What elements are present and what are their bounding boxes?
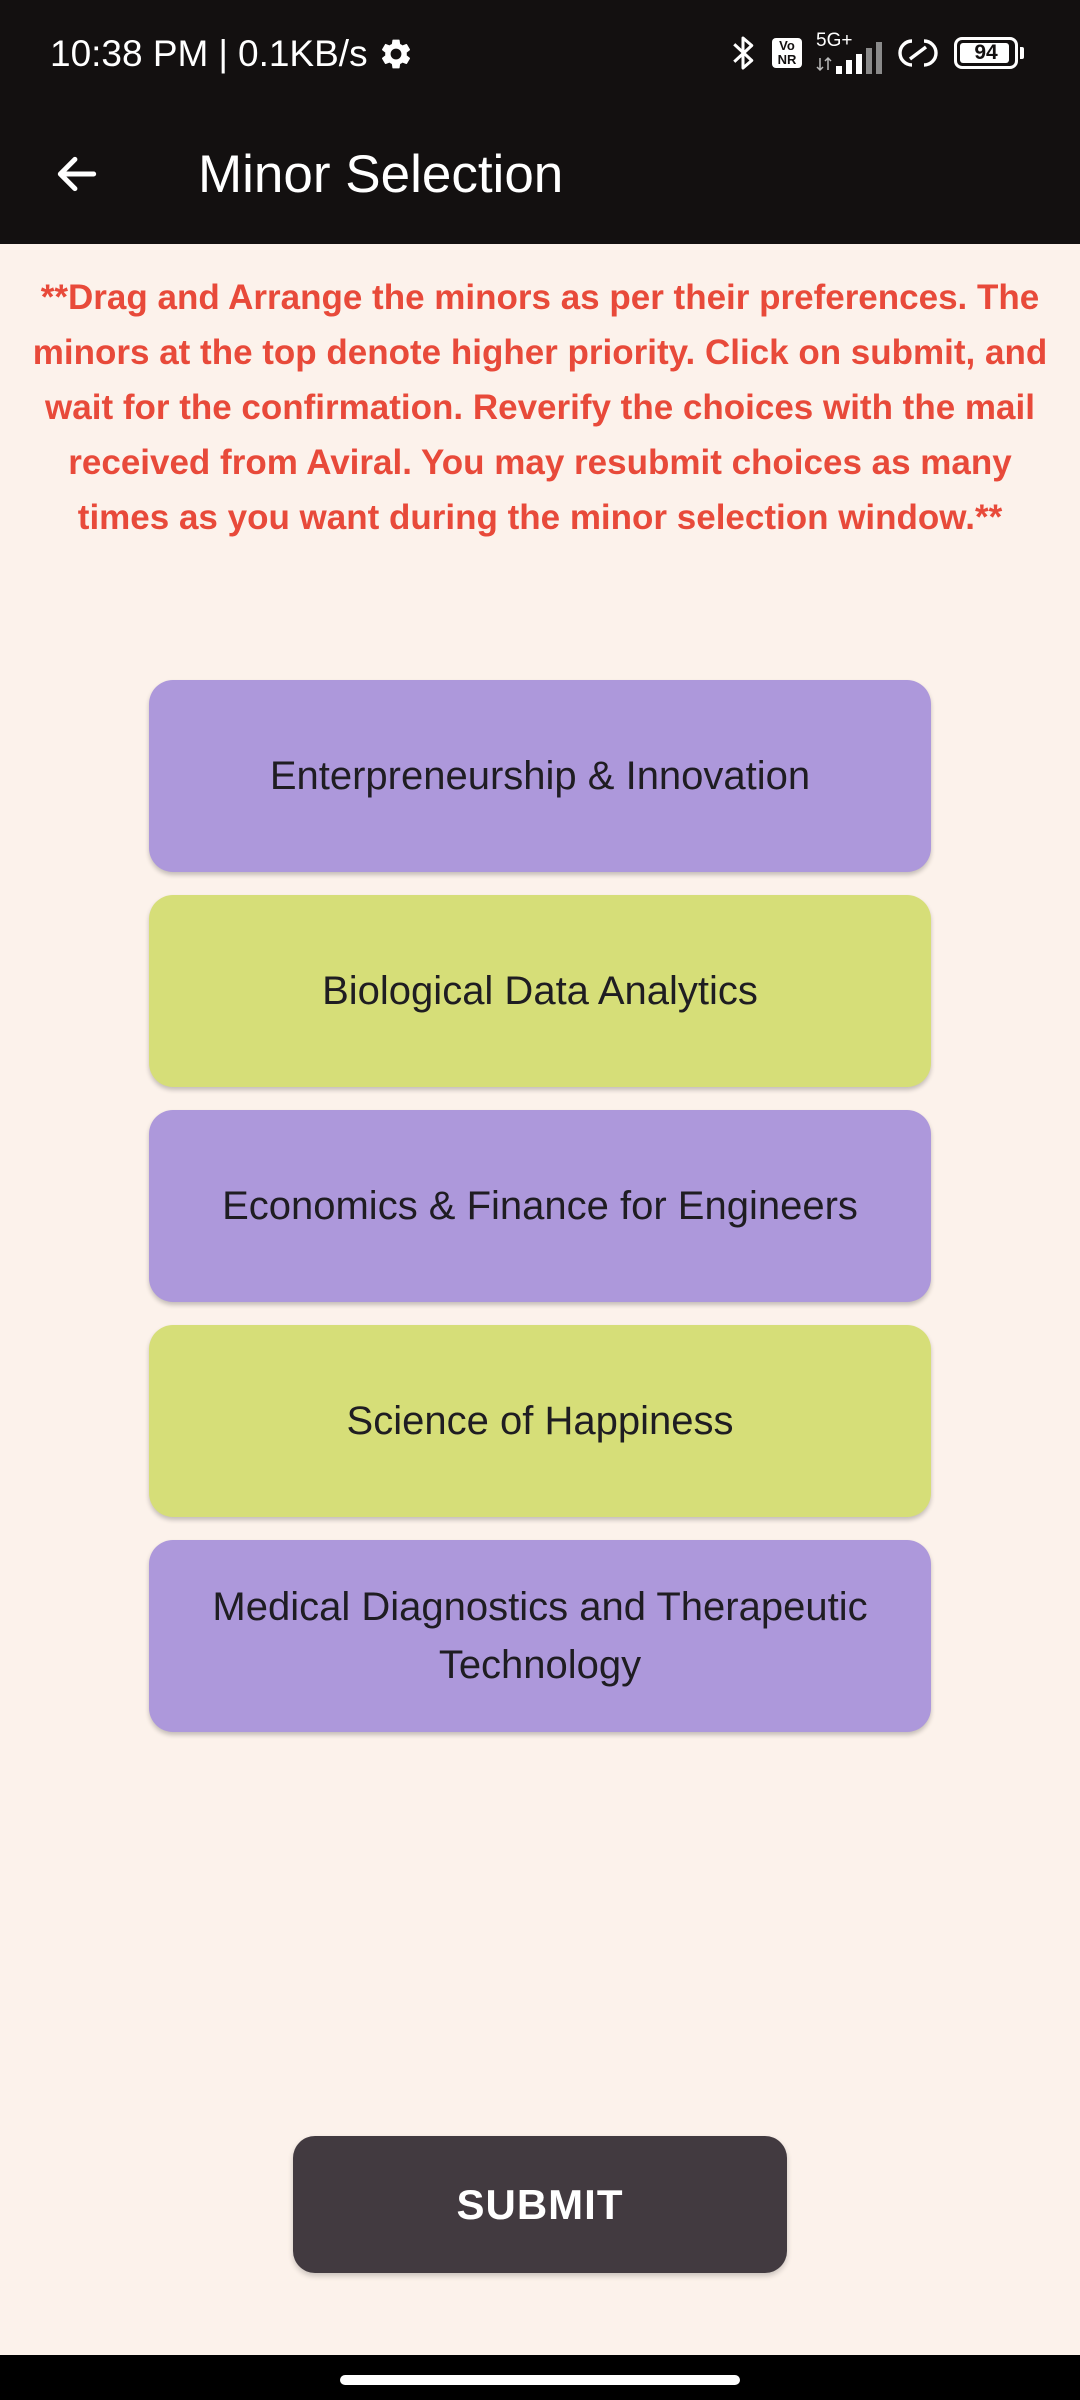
settings-gear-icon [378, 36, 414, 72]
minor-card-label: Medical Diagnostics and Therapeutic Tech… [212, 1585, 868, 1687]
back-arrow-icon [52, 149, 102, 199]
network-speed: 0.1KB/s [238, 33, 368, 74]
battery-level: 94 [974, 41, 998, 64]
minor-card-label: Enterpreneurship & Innovation [269, 754, 811, 798]
battery-cap [1020, 47, 1024, 59]
battery-body: 94 [954, 37, 1018, 69]
app-bar: Minor Selection [0, 105, 1080, 244]
back-button[interactable] [40, 137, 114, 211]
status-separator: | [218, 33, 228, 74]
minor-card[interactable]: Medical Diagnostics and Therapeutic Tech… [149, 1540, 931, 1732]
submit-button[interactable]: SUBMIT [293, 2136, 787, 2273]
status-left: 10:38 PM | 0.1KB/s [50, 30, 414, 78]
navigation-bar [0, 2355, 1080, 2400]
minor-card-label: Science of Happiness [346, 1399, 734, 1443]
minor-card[interactable]: Biological Data Analytics [149, 895, 931, 1087]
battery-icon: 94 [954, 37, 1024, 69]
signal-icon: 5G+ [816, 30, 882, 76]
home-indicator[interactable] [340, 2375, 740, 2385]
vonr-icon: Vo NR [772, 38, 802, 68]
minor-card[interactable]: Enterpreneurship & Innovation [149, 680, 931, 872]
page-title: Minor Selection [198, 145, 564, 204]
minor-card-label: Economics & Finance for Engineers [222, 1184, 858, 1228]
minor-card-label: Biological Data Analytics [322, 969, 758, 1013]
vonr-top: Vo [779, 38, 795, 53]
clock: 10:38 PM [50, 33, 209, 74]
minor-list[interactable]: Enterpreneurship & Innovation Biological… [149, 680, 931, 1755]
status-right: Vo NR 5G+ 94 [728, 28, 1024, 78]
status-bar: 10:38 PM | 0.1KB/s Vo NR 5G+ 94 [0, 0, 1080, 105]
minor-card[interactable]: Economics & Finance for Engineers [149, 1110, 931, 1302]
instructions-text: **Drag and Arrange the minors as per the… [32, 278, 1048, 537]
bluetooth-icon [728, 33, 758, 73]
hotspot-icon [896, 35, 940, 71]
vonr-bottom: NR [777, 52, 797, 67]
minor-card[interactable]: Science of Happiness [149, 1325, 931, 1517]
